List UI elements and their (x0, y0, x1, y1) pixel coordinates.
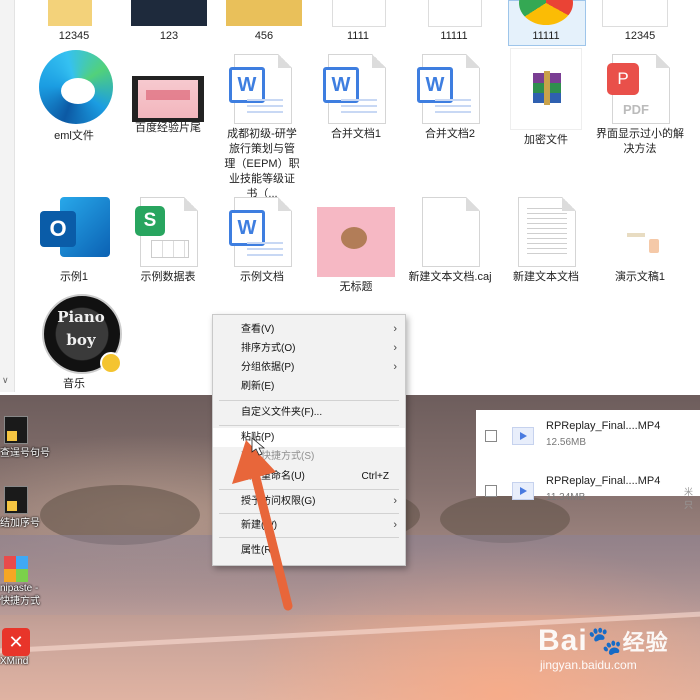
watermark-brand: Bai (538, 624, 588, 657)
baidu-watermark: Bai🐾经验 jingyan.baidu.com (538, 624, 669, 672)
watermark-url: jingyan.baidu.com (540, 658, 637, 672)
watermark-brand2: 经验 (622, 630, 669, 655)
paw-icon: 🐾 (587, 625, 623, 656)
annotation-arrow (232, 437, 293, 611)
